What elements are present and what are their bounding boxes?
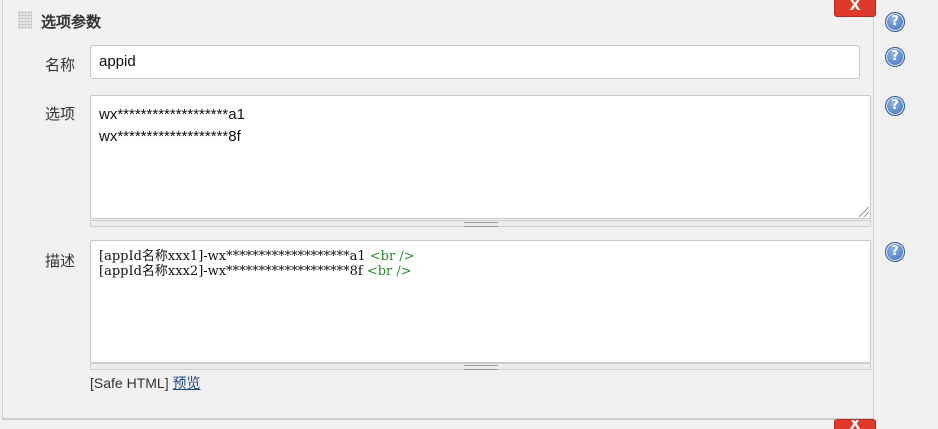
- options-line: wx*******************8f: [99, 128, 241, 145]
- help-icon-options[interactable]: ?: [885, 96, 905, 116]
- name-input[interactable]: appid: [90, 45, 860, 79]
- options-resize-bar[interactable]: [90, 220, 871, 227]
- preview-link[interactable]: 预览: [172, 375, 200, 391]
- delete-button[interactable]: X: [834, 0, 876, 17]
- resize-grip-icon: [463, 222, 498, 227]
- description-line: [appId名称xxx1]-wx*******************a1 <b…: [99, 249, 415, 264]
- description-line: [appId名称xxx2]-wx*******************8f <b…: [99, 264, 412, 279]
- description-textarea[interactable]: [appId名称xxx1]-wx*******************a1 <b…: [90, 240, 871, 363]
- help-icon-description[interactable]: ?: [885, 242, 905, 262]
- safe-html-label: [Safe HTML]: [90, 375, 169, 391]
- options-label: 选项: [45, 106, 76, 123]
- options-line: wx*******************a1: [99, 106, 245, 123]
- html-tag: <br />: [366, 264, 412, 279]
- resize-grip-icon: [463, 365, 498, 370]
- name-label: 名称: [45, 57, 76, 74]
- description-resize-bar[interactable]: [90, 363, 871, 370]
- safe-html-note: [Safe HTML] 预览: [90, 373, 200, 393]
- html-tag: <br />: [369, 249, 415, 264]
- help-icon-name[interactable]: ?: [885, 47, 905, 67]
- options-textarea[interactable]: wx*******************a1 wx**************…: [90, 95, 871, 219]
- section-title: 选项参数: [41, 14, 102, 31]
- resize-corner-icon[interactable]: [859, 207, 869, 217]
- drag-handle-icon[interactable]: [18, 11, 32, 29]
- description-label: 描述: [45, 253, 76, 270]
- help-icon-section[interactable]: ?: [885, 12, 905, 32]
